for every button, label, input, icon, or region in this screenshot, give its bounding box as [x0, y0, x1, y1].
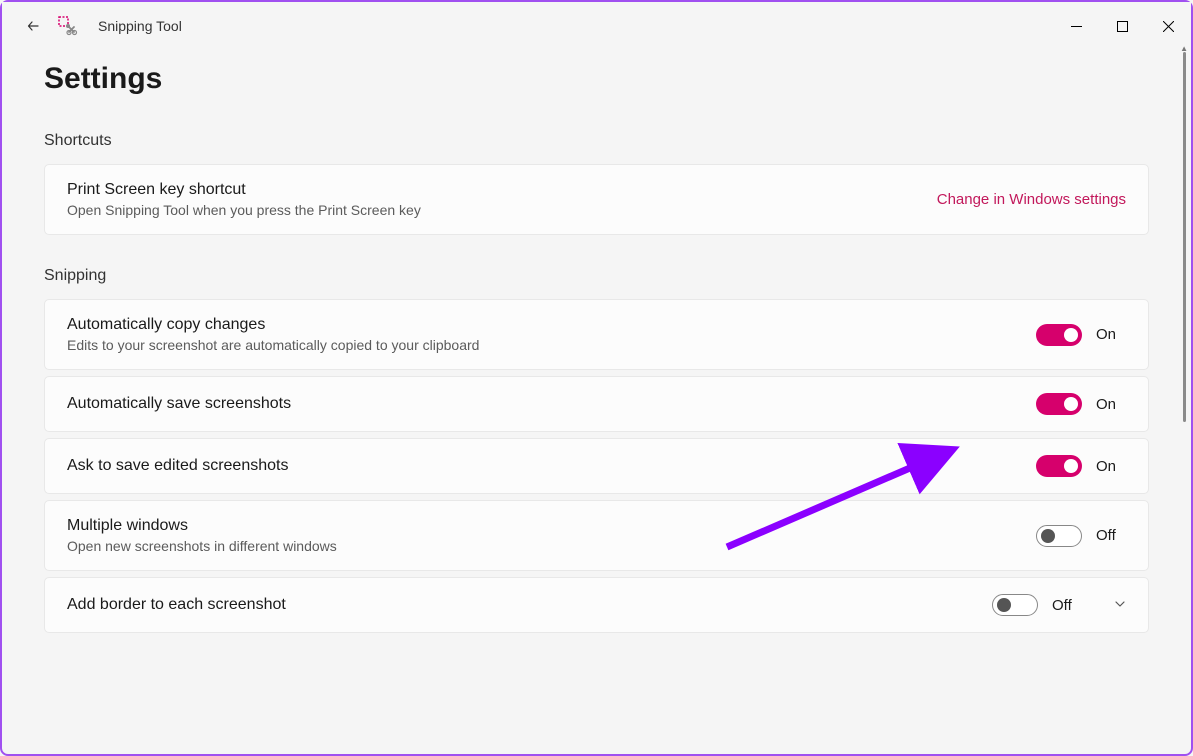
ask-save-card: Ask to save edited screenshots On [44, 438, 1149, 494]
print-screen-text: Print Screen key shortcut Open Snipping … [67, 181, 937, 218]
minimize-icon [1071, 21, 1082, 32]
close-icon [1163, 21, 1174, 32]
auto-save-title: Automatically save screenshots [67, 395, 1036, 413]
multi-windows-card: Multiple windows Open new screenshots in… [44, 500, 1149, 571]
window-controls [1053, 10, 1191, 42]
ask-save-text: Ask to save edited screenshots [67, 457, 1036, 475]
auto-copy-toggle[interactable] [1036, 324, 1082, 346]
app-title: Snipping Tool [98, 18, 182, 34]
scrollbar-thumb[interactable] [1183, 52, 1186, 422]
auto-save-card: Automatically save screenshots On [44, 376, 1149, 432]
maximize-icon [1117, 21, 1128, 32]
multi-windows-title: Multiple windows [67, 517, 1036, 535]
auto-copy-subtitle: Edits to your screenshot are automatical… [67, 337, 1036, 353]
toggle-knob [997, 598, 1011, 612]
add-border-state: Off [1052, 597, 1082, 614]
auto-copy-text: Automatically copy changes Edits to your… [67, 316, 1036, 353]
toggle-knob [1041, 529, 1055, 543]
auto-save-state: On [1096, 396, 1126, 413]
snipping-section-title: Snipping [44, 267, 1149, 285]
ask-save-toggle[interactable] [1036, 455, 1082, 477]
ask-save-title: Ask to save edited screenshots [67, 457, 1036, 475]
minimize-button[interactable] [1053, 10, 1099, 42]
maximize-button[interactable] [1099, 10, 1145, 42]
print-screen-subtitle: Open Snipping Tool when you press the Pr… [67, 202, 937, 218]
back-button[interactable] [22, 14, 46, 38]
multi-windows-text: Multiple windows Open new screenshots in… [67, 517, 1036, 554]
chevron-down-icon[interactable] [1114, 598, 1126, 613]
auto-copy-toggle-container: On [1036, 324, 1126, 346]
settings-content: Settings Shortcuts Print Screen key shor… [2, 50, 1191, 754]
auto-copy-state: On [1096, 326, 1126, 343]
app-icon [58, 16, 78, 36]
multi-windows-toggle[interactable] [1036, 525, 1082, 547]
scrollbar[interactable] [1180, 52, 1188, 751]
toggle-knob [1064, 459, 1078, 473]
add-border-toggle[interactable] [992, 594, 1038, 616]
multi-windows-subtitle: Open new screenshots in different window… [67, 538, 1036, 554]
back-arrow-icon [26, 18, 42, 34]
auto-save-toggle-container: On [1036, 393, 1126, 415]
auto-copy-title: Automatically copy changes [67, 316, 1036, 334]
toggle-knob [1064, 397, 1078, 411]
add-border-toggle-container: Off [992, 594, 1126, 616]
auto-copy-card: Automatically copy changes Edits to your… [44, 299, 1149, 370]
auto-save-toggle[interactable] [1036, 393, 1082, 415]
close-button[interactable] [1145, 10, 1191, 42]
add-border-text: Add border to each screenshot [67, 596, 992, 614]
titlebar-left: Snipping Tool [2, 14, 182, 38]
titlebar: Snipping Tool [2, 2, 1191, 50]
add-border-card[interactable]: Add border to each screenshot Off [44, 577, 1149, 633]
print-screen-card: Print Screen key shortcut Open Snipping … [44, 164, 1149, 235]
shortcuts-section-title: Shortcuts [44, 132, 1149, 150]
auto-save-text: Automatically save screenshots [67, 395, 1036, 413]
change-windows-settings-link[interactable]: Change in Windows settings [937, 191, 1126, 208]
print-screen-title: Print Screen key shortcut [67, 181, 937, 199]
multi-windows-state: Off [1096, 527, 1126, 544]
toggle-knob [1064, 328, 1078, 342]
multi-windows-toggle-container: Off [1036, 525, 1126, 547]
ask-save-state: On [1096, 458, 1126, 475]
ask-save-toggle-container: On [1036, 455, 1126, 477]
page-title: Settings [44, 62, 1149, 96]
add-border-title: Add border to each screenshot [67, 596, 992, 614]
